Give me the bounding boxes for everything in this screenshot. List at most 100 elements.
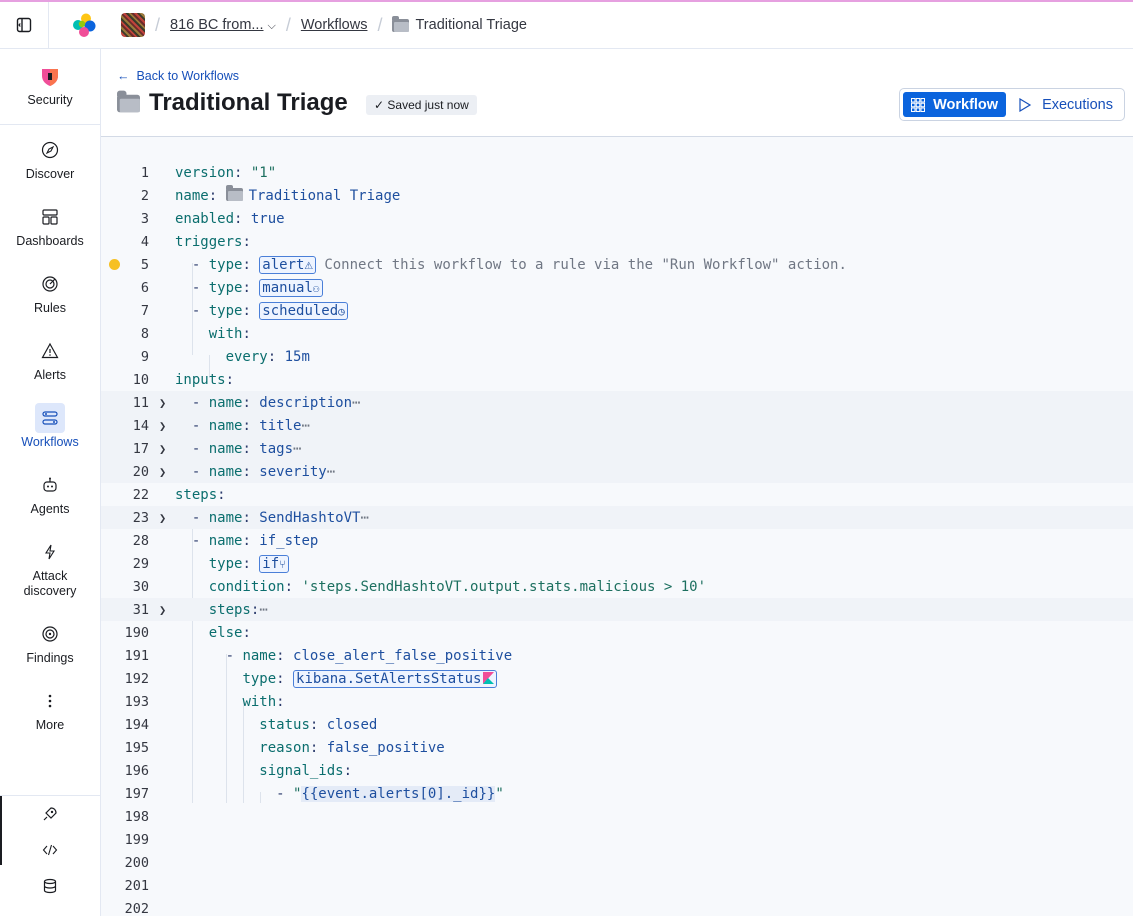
code-line: 11 ❯ - name: description⋯	[101, 391, 1133, 414]
page-title-text: Traditional Triage	[149, 89, 348, 116]
code-line: 198	[101, 805, 1133, 828]
workflows-icon	[35, 403, 65, 433]
security-shield-icon	[42, 68, 58, 86]
code-text: steps:	[175, 486, 226, 503]
trigger-alert-chip[interactable]: alert⚠	[259, 255, 316, 274]
trigger-manual-chip[interactable]: manual⚇	[259, 278, 323, 297]
line-number: 192	[124, 670, 149, 687]
space-avatar[interactable]	[121, 13, 145, 37]
breadcrumb-space[interactable]: 816 BC from... ⌵	[170, 16, 276, 34]
step-type-if-chip[interactable]: if⑂	[259, 554, 289, 573]
sidebar-item-label: Rules	[34, 301, 66, 315]
code-line: 6 - type: manual⚇	[101, 276, 1133, 299]
more-vertical-icon	[35, 686, 65, 716]
line-number: 10	[132, 371, 149, 388]
chevron-down-icon: ⌵	[267, 20, 276, 32]
tab-workflow[interactable]: Workflow	[903, 92, 1007, 117]
code-text: - name: tags⋯	[175, 440, 302, 457]
code-line: 14 ❯ - name: title⋯	[101, 414, 1133, 437]
sidebar-item-dashboards[interactable]: Dashboards	[0, 192, 100, 259]
code-line: 200	[101, 851, 1133, 874]
code-text: signal_ids:	[259, 762, 353, 779]
chevron-right-icon[interactable]: ❯	[159, 442, 169, 456]
chevron-right-icon[interactable]: ❯	[159, 465, 169, 479]
line-number: 191	[124, 647, 149, 664]
sidebar-item-more[interactable]: More	[0, 676, 100, 743]
sidebar-toggle-button[interactable]	[0, 1, 49, 49]
view-toggle: Workflow Executions	[899, 88, 1125, 121]
line-number: 11	[132, 394, 149, 411]
database-icon	[43, 878, 57, 894]
target-icon	[35, 619, 65, 649]
line-number: 199	[124, 831, 149, 848]
elastic-logo[interactable]	[49, 12, 119, 38]
code-line: 1 version: "1"	[101, 161, 1133, 184]
sidebar-item-label: Attack discovery	[23, 569, 77, 598]
sidebar-item-discover[interactable]: Discover	[0, 125, 100, 192]
yaml-editor[interactable]: 1 version: "1" 2 name: Traditional Triag…	[101, 137, 1133, 916]
breadcrumb-workflows[interactable]: Workflows	[301, 17, 368, 33]
code-line: 9 every: 15m	[101, 345, 1133, 368]
sidebar-item-label: Discover	[25, 167, 75, 181]
sidebar-item-label: Dashboards	[16, 234, 84, 248]
line-number: 195	[124, 739, 149, 756]
code-text: - name: SendHashtoVT⋯	[175, 509, 369, 526]
robot-icon	[35, 470, 65, 500]
branch-icon: ⑂	[279, 557, 286, 571]
arrow-left-icon: ←	[117, 69, 130, 83]
code-line: 30 condition: 'steps.SendHashtoVT.output…	[101, 575, 1133, 598]
line-number: 4	[140, 233, 149, 250]
elastic-logo-icon	[73, 13, 96, 37]
sidebar-item-findings[interactable]: Findings	[0, 609, 100, 676]
sidebar-item-alerts[interactable]: Alerts	[0, 326, 100, 393]
code-text: steps:⋯	[208, 601, 268, 618]
alert-triangle-icon	[35, 336, 65, 366]
chevron-right-icon[interactable]: ❯	[159, 419, 169, 433]
tab-executions-label: Executions	[1042, 96, 1113, 113]
code-text: type: if⑂	[175, 554, 289, 573]
page-title: Traditional Triage	[117, 89, 348, 117]
sidebar-item-workflows[interactable]: Workflows	[0, 393, 100, 460]
code-line: 28 - name: if_step	[101, 529, 1133, 552]
code-line: 2 name: Traditional Triage	[101, 184, 1133, 207]
line-number: 23	[132, 509, 149, 526]
line-number: 197	[124, 785, 149, 802]
code-text: name: Traditional Triage	[175, 184, 401, 204]
tab-executions[interactable]: Executions	[1010, 92, 1121, 117]
getting-started-button[interactable]	[0, 796, 100, 832]
code-text: reason: false_positive	[259, 739, 445, 756]
folder-icon	[392, 15, 410, 32]
line-number: 7	[140, 302, 149, 319]
stack-management-button[interactable]	[0, 868, 100, 904]
sidebar-item-rules[interactable]: Rules	[0, 259, 100, 326]
trigger-scheduled-chip[interactable]: scheduled◷	[259, 301, 348, 320]
user-icon: ⚇	[312, 281, 320, 295]
chevron-right-icon[interactable]: ❯	[159, 603, 169, 617]
line-number: 200	[124, 854, 149, 871]
sidebar-item-attack-discovery[interactable]: Attack discovery	[0, 527, 100, 609]
back-to-workflows-link[interactable]: ← Back to Workflows	[117, 69, 239, 83]
code-line: 10 inputs:	[101, 368, 1133, 391]
line-number: 198	[124, 808, 149, 825]
breadcrumb-space-label: 816 BC from...	[170, 17, 264, 33]
code-text: - name: description⋯	[175, 394, 361, 411]
sidebar-item-label: Alerts	[34, 368, 66, 382]
sidebar-item-agents[interactable]: Agents	[0, 460, 100, 527]
breadcrumb-separator: /	[285, 14, 291, 35]
code-line: 202	[101, 897, 1133, 916]
code-text: - name: title⋯	[175, 417, 310, 434]
alert-triangle-icon: ⚠	[304, 256, 313, 273]
security-brand[interactable]: Security	[0, 49, 100, 125]
step-type-kibana-chip[interactable]: kibana.SetAlertsStatus	[293, 669, 498, 688]
saved-status-badge: ✓ Saved just now	[366, 95, 477, 115]
breadcrumb-separator: /	[155, 14, 161, 35]
code-line: 194 status: closed	[101, 713, 1133, 736]
sidebar-item-label: Findings	[26, 651, 74, 665]
chevron-right-icon[interactable]: ❯	[159, 511, 169, 525]
developer-tools-button[interactable]	[0, 832, 100, 868]
page-header: ← Back to Workflows Traditional Triage ✓…	[101, 49, 1133, 137]
chevron-right-icon[interactable]: ❯	[159, 396, 169, 410]
code-text: inputs:	[175, 371, 235, 388]
clock-icon: ◷	[338, 304, 345, 318]
line-number: 9	[140, 348, 149, 365]
